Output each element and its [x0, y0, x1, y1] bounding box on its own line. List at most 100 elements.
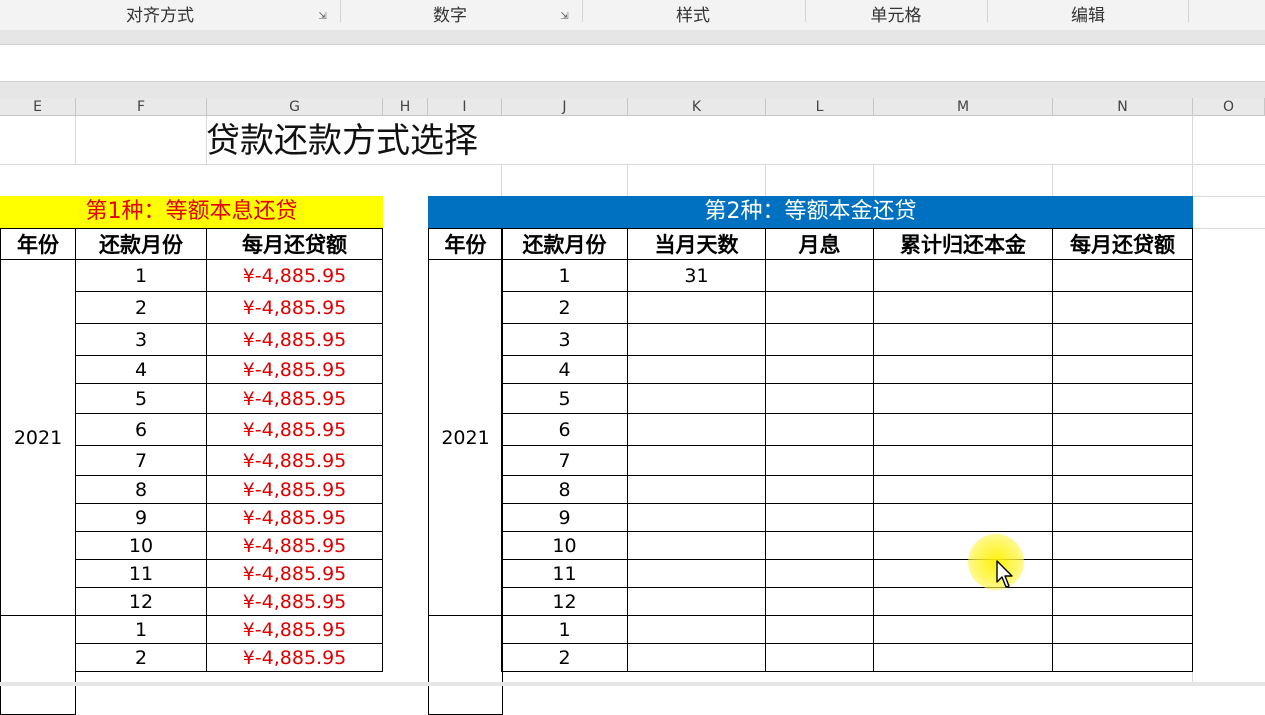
table2-month-cell[interactable]: 6	[501, 413, 628, 446]
table2-month-cell[interactable]: 2	[501, 291, 628, 324]
table2-year-cell-next[interactable]	[428, 615, 503, 715]
table2-interest-cell[interactable]	[765, 355, 874, 384]
column-header-j[interactable]: J	[502, 98, 628, 116]
table2-days-cell[interactable]	[627, 643, 766, 672]
table1-payment-cell[interactable]: ¥-4,885.95	[206, 615, 383, 644]
table2-principal-cell[interactable]	[873, 643, 1053, 672]
column-header-n[interactable]: N	[1053, 98, 1193, 116]
table1-month-cell[interactable]: 12	[75, 587, 207, 616]
table2-month-cell[interactable]: 11	[501, 559, 628, 588]
table1-header-year[interactable]: 年份	[0, 228, 76, 260]
table2-interest-cell[interactable]	[765, 383, 874, 414]
table2-days-cell[interactable]	[627, 475, 766, 504]
table1-month-cell[interactable]: 11	[75, 559, 207, 588]
table2-interest-cell[interactable]	[765, 615, 874, 644]
table1-month-cell[interactable]: 2	[75, 643, 207, 672]
table2-month-cell[interactable]: 12	[501, 587, 628, 616]
table2-year-cell[interactable]: 2021	[428, 259, 503, 616]
table2-principal-cell[interactable]	[873, 445, 1053, 476]
table2-days-cell[interactable]	[627, 323, 766, 356]
table2-month-cell[interactable]: 8	[501, 475, 628, 504]
table1-month-cell[interactable]: 9	[75, 503, 207, 532]
table1-year-cell[interactable]: 2021	[0, 259, 76, 616]
table2-days-cell[interactable]	[627, 503, 766, 532]
table2-payment-cell[interactable]	[1052, 503, 1193, 532]
table2-header-year[interactable]: 年份	[428, 228, 503, 260]
number-dialog-launcher-icon[interactable]: ⇲	[559, 11, 570, 22]
table2-interest-cell[interactable]	[765, 643, 874, 672]
table2-days-cell[interactable]	[627, 291, 766, 324]
column-header-f[interactable]: F	[76, 98, 207, 116]
table1-month-cell[interactable]: 1	[75, 259, 207, 292]
table1-payment-cell[interactable]: ¥-4,885.95	[206, 587, 383, 616]
table1-month-cell[interactable]: 8	[75, 475, 207, 504]
table2-days-cell[interactable]	[627, 531, 766, 560]
table2-month-cell[interactable]: 1	[501, 615, 628, 644]
table2-header-days[interactable]: 当月天数	[627, 228, 766, 260]
table2-principal-cell[interactable]	[873, 413, 1053, 446]
table2-interest-cell[interactable]	[765, 413, 874, 446]
table1-month-cell[interactable]: 10	[75, 531, 207, 560]
table2-header-interest[interactable]: 月息	[765, 228, 874, 260]
table1-payment-cell[interactable]: ¥-4,885.95	[206, 475, 383, 504]
table2-month-cell[interactable]: 9	[501, 503, 628, 532]
table1-payment-cell[interactable]: ¥-4,885.95	[206, 259, 383, 292]
column-header-g[interactable]: G	[207, 98, 383, 116]
table1-payment-cell[interactable]: ¥-4,885.95	[206, 413, 383, 446]
table2-payment-cell[interactable]	[1052, 291, 1193, 324]
column-header-i[interactable]: I	[428, 98, 502, 116]
column-header-h[interactable]: H	[383, 98, 428, 116]
alignment-dialog-launcher-icon[interactable]: ⇲	[317, 11, 328, 22]
table2-principal-cell[interactable]	[873, 383, 1053, 414]
table2-interest-cell[interactable]	[765, 323, 874, 356]
formula-bar[interactable]	[0, 45, 1265, 82]
table1-payment-cell[interactable]: ¥-4,885.95	[206, 531, 383, 560]
table2-month-cell[interactable]: 1	[501, 259, 628, 292]
table2-principal-cell[interactable]	[873, 503, 1053, 532]
table2-days-cell[interactable]: 31	[627, 259, 766, 292]
table2-days-cell[interactable]	[627, 355, 766, 384]
table2-month-cell[interactable]: 4	[501, 355, 628, 384]
table2-payment-cell[interactable]	[1052, 445, 1193, 476]
table2-interest-cell[interactable]	[765, 587, 874, 616]
column-header-l[interactable]: L	[766, 98, 874, 116]
table2-month-cell[interactable]: 10	[501, 531, 628, 560]
table2-days-cell[interactable]	[627, 615, 766, 644]
table2-banner[interactable]: 第2种：等额本金还贷	[428, 196, 1193, 228]
table1-month-cell[interactable]: 5	[75, 383, 207, 414]
column-header-m[interactable]: M	[874, 98, 1053, 116]
table2-payment-cell[interactable]	[1052, 531, 1193, 560]
table2-days-cell[interactable]	[627, 559, 766, 588]
table2-payment-cell[interactable]	[1052, 615, 1193, 644]
table2-days-cell[interactable]	[627, 383, 766, 414]
table2-principal-cell[interactable]	[873, 291, 1053, 324]
table2-payment-cell[interactable]	[1052, 587, 1193, 616]
table2-payment-cell[interactable]	[1052, 559, 1193, 588]
table1-month-cell[interactable]: 6	[75, 413, 207, 446]
table2-header-principal[interactable]: 累计归还本金	[873, 228, 1053, 260]
table2-month-cell[interactable]: 2	[501, 643, 628, 672]
table2-interest-cell[interactable]	[765, 445, 874, 476]
table1-payment-cell[interactable]: ¥-4,885.95	[206, 383, 383, 414]
column-header-o[interactable]: O	[1193, 98, 1265, 116]
table1-payment-cell[interactable]: ¥-4,885.95	[206, 355, 383, 384]
table2-month-cell[interactable]: 7	[501, 445, 628, 476]
table1-payment-cell[interactable]: ¥-4,885.95	[206, 643, 383, 672]
table1-payment-cell[interactable]: ¥-4,885.95	[206, 323, 383, 356]
table2-interest-cell[interactable]	[765, 291, 874, 324]
table2-principal-cell[interactable]	[873, 323, 1053, 356]
table1-year-cell-next[interactable]	[0, 615, 76, 715]
table2-days-cell[interactable]	[627, 413, 766, 446]
table2-days-cell[interactable]	[627, 587, 766, 616]
table2-payment-cell[interactable]	[1052, 475, 1193, 504]
table2-principal-cell[interactable]	[873, 475, 1053, 504]
table2-header-month[interactable]: 还款月份	[501, 228, 628, 260]
table2-interest-cell[interactable]	[765, 259, 874, 292]
table2-principal-cell[interactable]	[873, 615, 1053, 644]
table1-header-payment[interactable]: 每月还贷额	[206, 228, 383, 260]
column-header-e[interactable]: E	[0, 98, 76, 116]
table1-month-cell[interactable]: 3	[75, 323, 207, 356]
table1-month-cell[interactable]: 2	[75, 291, 207, 324]
table2-header-payment[interactable]: 每月还贷额	[1052, 228, 1193, 260]
table1-header-month[interactable]: 还款月份	[75, 228, 207, 260]
